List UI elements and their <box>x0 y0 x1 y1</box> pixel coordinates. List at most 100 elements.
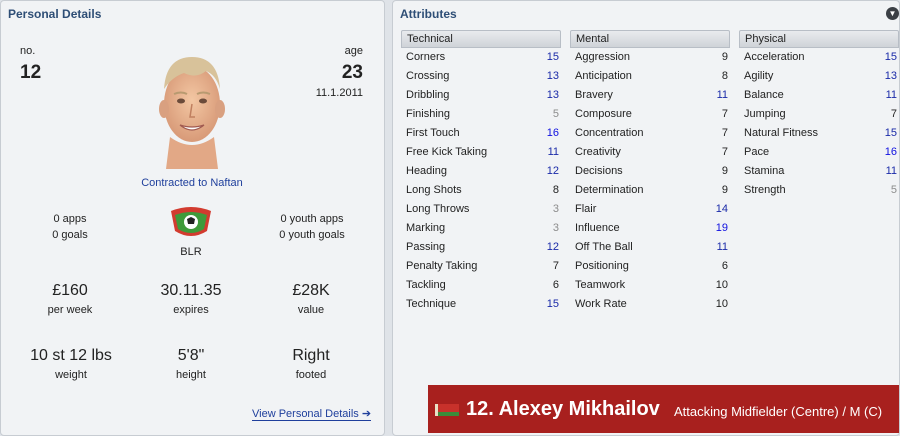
attribute-value: 16 <box>884 146 897 158</box>
attribute-name: Bravery <box>575 89 613 101</box>
attribute-name: Teamwork <box>575 279 626 291</box>
attribute-name: Off The Ball <box>575 241 633 253</box>
attribute-name: Jumping <box>744 108 786 120</box>
squad-number-label: no. <box>20 45 36 57</box>
attribute-row[interactable]: Free Kick Taking 11 <box>401 143 561 162</box>
attribute-value: 12 <box>546 241 559 253</box>
attribute-value: 13 <box>546 70 559 82</box>
attribute-row[interactable]: Passing 12 <box>401 238 561 257</box>
attribute-row[interactable]: Penalty Taking 7 <box>401 257 561 276</box>
player-face-image <box>159 57 225 169</box>
player-name: 12. Alexey Mikhailov <box>466 398 660 420</box>
attribute-name: Creativity <box>575 146 621 158</box>
attribute-value: 10 <box>715 279 728 291</box>
belarus-federation-crest-icon[interactable] <box>167 205 215 239</box>
attribute-value: 13 <box>884 70 897 82</box>
attribute-row[interactable]: Creativity 7 <box>570 143 730 162</box>
goals-value: 0 goals <box>52 229 88 241</box>
attribute-row[interactable]: Anticipation 8 <box>570 67 730 86</box>
attribute-name: Strength <box>744 184 786 196</box>
belarus-flag-icon <box>435 404 459 416</box>
attribute-row[interactable]: Acceleration 15 <box>739 48 899 67</box>
attribute-name: Concentration <box>575 127 644 139</box>
attributes-panel: Attributes ▼ Technical Corners 15 Crossing… <box>392 0 900 436</box>
attribute-row[interactable]: Jumping 7 <box>739 105 899 124</box>
attribute-value: 11 <box>885 89 897 101</box>
attribute-value: 8 <box>721 70 728 82</box>
attribute-row[interactable]: Concentration 7 <box>570 124 730 143</box>
attribute-name: Aggression <box>575 51 631 63</box>
physical-header: Physical <box>739 30 899 48</box>
attribute-row[interactable]: Long Throws 3 <box>401 200 561 219</box>
attribute-row[interactable]: Heading 12 <box>401 162 561 181</box>
attribute-row[interactable]: Work Rate 10 <box>570 295 730 314</box>
attribute-row[interactable]: Positioning 6 <box>570 257 730 276</box>
attribute-name: Anticipation <box>575 70 632 82</box>
attribute-row[interactable]: Flair 14 <box>570 200 730 219</box>
attribute-row[interactable]: Marking 3 <box>401 219 561 238</box>
attribute-name: Natural Fitness <box>744 127 818 139</box>
contract-club-link[interactable]: Contracted to Naftan <box>101 177 283 189</box>
age-label: age <box>344 45 363 57</box>
attribute-name: Tackling <box>406 279 446 291</box>
preferred-foot-value: Right <box>292 347 330 364</box>
attribute-value: 11 <box>716 89 728 101</box>
attribute-row[interactable]: Bravery 11 <box>570 86 730 105</box>
mental-attributes: Mental Aggression 9 Anticipation 8 Bravery 11… <box>570 30 730 314</box>
attribute-row[interactable]: Pace 16 <box>739 143 899 162</box>
squad-number-value: 12 <box>20 62 42 83</box>
age-date: 11.1.2011 <box>315 87 363 99</box>
attribute-value: 6 <box>552 279 559 291</box>
attribute-row[interactable]: Decisions 9 <box>570 162 730 181</box>
attribute-row[interactable]: Influence 19 <box>570 219 730 238</box>
technical-attributes: Technical Corners 15 Crossing 13 Dribbling 13… <box>401 30 561 314</box>
attribute-row[interactable]: Natural Fitness 15 <box>739 124 899 143</box>
attribute-name: Influence <box>575 222 620 234</box>
attribute-value: 7 <box>721 108 728 120</box>
attribute-value: 14 <box>715 203 728 215</box>
attribute-row[interactable]: Corners 15 <box>401 48 561 67</box>
player-value-label: value <box>297 304 325 316</box>
attribute-row[interactable]: Off The Ball 11 <box>570 238 730 257</box>
attribute-name: Pace <box>744 146 770 158</box>
attribute-row[interactable]: Balance 11 <box>739 86 899 105</box>
wage-label: per week <box>47 304 93 316</box>
attributes-title: Attributes <box>400 7 457 21</box>
attribute-row[interactable]: Dribbling 13 <box>401 86 561 105</box>
attribute-name: Flair <box>575 203 597 215</box>
attribute-row[interactable]: Composure 7 <box>570 105 730 124</box>
attribute-value: 9 <box>721 184 728 196</box>
attribute-row[interactable]: Finishing 5 <box>401 105 561 124</box>
attribute-value: 15 <box>884 127 897 139</box>
attribute-row[interactable]: Technique 15 <box>401 295 561 314</box>
attribute-row[interactable]: Aggression 9 <box>570 48 730 67</box>
arrow-right-icon: ➔ <box>361 408 372 420</box>
attribute-row[interactable]: Teamwork 10 <box>570 276 730 295</box>
physical-attributes: Physical Acceleration 15 Agility 13 Balance 1… <box>739 30 899 200</box>
attribute-name: Free Kick Taking <box>406 146 488 158</box>
collapse-chevron-icon[interactable]: ▼ <box>886 7 899 20</box>
attribute-row[interactable]: Tackling 6 <box>401 276 561 295</box>
player-name-banner: 12. Alexey Mikhailov Attacking Midfielde… <box>428 385 899 433</box>
attribute-row[interactable]: Determination 9 <box>570 181 730 200</box>
attribute-name: Heading <box>406 165 447 177</box>
attribute-row[interactable]: Long Shots 8 <box>401 181 561 200</box>
attribute-value: 7 <box>552 260 559 272</box>
preferred-foot-label: footed <box>295 369 327 381</box>
attribute-value: 12 <box>546 165 559 177</box>
attribute-name: Determination <box>575 184 644 196</box>
attribute-name: Balance <box>744 89 784 101</box>
attribute-name: Long Throws <box>406 203 470 215</box>
attribute-value: 6 <box>721 260 728 272</box>
attribute-row[interactable]: Stamina 11 <box>739 162 899 181</box>
contract-expires-label: expires <box>173 304 209 316</box>
attribute-name: Agility <box>744 70 774 82</box>
attribute-name: Finishing <box>406 108 451 120</box>
attribute-name: Decisions <box>575 165 623 177</box>
view-personal-details-link[interactable]: View Personal Details ➔ <box>252 407 372 421</box>
technical-header: Technical <box>401 30 561 48</box>
attribute-row[interactable]: Crossing 13 <box>401 67 561 86</box>
attribute-row[interactable]: Strength 5 <box>739 181 899 200</box>
attribute-row[interactable]: First Touch 16 <box>401 124 561 143</box>
attribute-row[interactable]: Agility 13 <box>739 67 899 86</box>
